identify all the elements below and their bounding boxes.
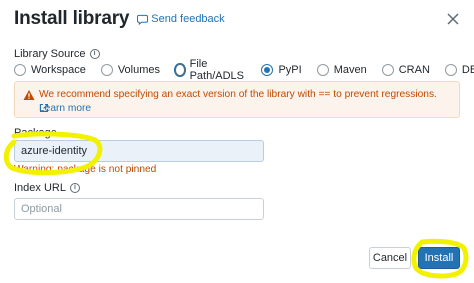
cancel-button[interactable]: Cancel	[369, 247, 411, 269]
package-warning: Warning: package is not pinned	[14, 164, 157, 175]
version-warning-alert: We recommend specifying an exact version…	[14, 81, 460, 118]
info-icon[interactable]: i	[89, 49, 100, 59]
install-button[interactable]: Install	[418, 247, 460, 269]
index-url-label: Index URL i	[14, 182, 80, 194]
index-url-placeholder: Optional	[21, 203, 62, 215]
warning-icon	[23, 90, 35, 100]
index-url-input[interactable]: Optional	[14, 198, 264, 220]
alert-message: We recommend specifying an exact version…	[39, 89, 437, 100]
radio-volumes[interactable]: Volumes	[100, 64, 160, 76]
dialog-title: Install library	[14, 8, 130, 29]
library-source-radio-group: Workspace Volumes File Path/ADLS PyPI Ma…	[14, 58, 474, 82]
library-source-label: Library Source i	[14, 48, 100, 60]
feedback-icon	[137, 14, 149, 25]
close-icon[interactable]	[444, 10, 462, 28]
radio-dbfs[interactable]: DBFS	[444, 64, 474, 76]
radio-file-path-adls[interactable]: File Path/ADLS	[175, 58, 246, 82]
radio-maven[interactable]: Maven	[316, 64, 367, 76]
radio-pypi[interactable]: PyPI	[261, 64, 302, 76]
info-icon[interactable]: i	[69, 183, 80, 193]
radio-cran[interactable]: CRAN	[381, 64, 430, 76]
send-feedback-label: Send feedback	[151, 13, 225, 25]
package-value: azure-identity	[21, 145, 88, 157]
package-label: Package	[14, 127, 57, 139]
package-input[interactable]: azure-identity	[14, 140, 264, 162]
external-link-icon[interactable]	[39, 103, 49, 113]
dialog-header: Install library Send feedback	[14, 6, 464, 32]
radio-workspace[interactable]: Workspace	[14, 64, 86, 76]
send-feedback-link[interactable]: Send feedback	[137, 13, 225, 25]
